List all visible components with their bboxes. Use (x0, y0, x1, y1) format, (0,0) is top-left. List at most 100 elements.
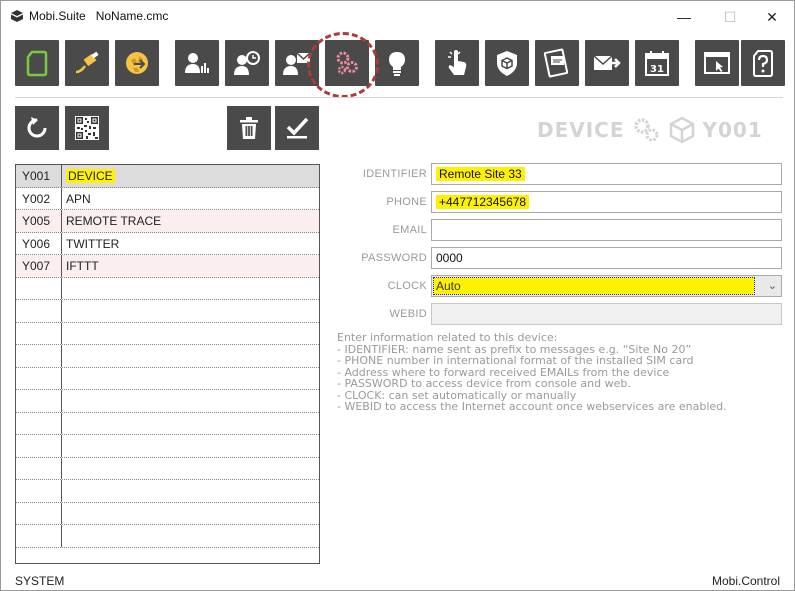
email-label: EMAIL (392, 224, 427, 236)
table-row[interactable]: Y007 IFTTT (16, 255, 319, 278)
row-code (16, 525, 62, 547)
send-mail-button[interactable] (585, 40, 629, 86)
row-code (16, 322, 62, 344)
gears-icon (633, 118, 659, 142)
identifier-field[interactable]: Remote Site 33 (431, 163, 782, 185)
shield-cube-icon (497, 51, 517, 76)
help-button[interactable] (741, 40, 785, 86)
table-row-empty[interactable] (16, 390, 319, 413)
row-name (62, 503, 319, 525)
app-name: Mobi.Suite (29, 9, 86, 23)
table-row-empty[interactable] (16, 412, 319, 435)
minimize-button[interactable]: — (661, 5, 707, 29)
row-code (16, 345, 62, 367)
table-row-empty[interactable] (16, 277, 319, 300)
security-button[interactable] (485, 40, 529, 86)
window-title: Mobi.Suite NoName.cmc (29, 9, 168, 23)
table-row[interactable]: Y002 APN (16, 187, 319, 210)
cube-icon (669, 116, 694, 144)
password-field[interactable]: 0000 (431, 247, 782, 269)
help-line: - WEBID to access the Internet account o… (337, 400, 727, 413)
table-row-empty[interactable] (16, 525, 319, 548)
chevron-down-icon: ⌄ (767, 280, 777, 292)
table-row-empty[interactable] (16, 502, 319, 525)
webid-field (431, 303, 782, 325)
row-name: IFTTT (66, 259, 99, 273)
gears-icon (336, 51, 358, 75)
row-name: REMOTE TRACE (66, 214, 162, 228)
table-row[interactable]: Y001 DEVICE (16, 165, 319, 188)
sms-card-button[interactable] (535, 40, 579, 86)
system-settings-button[interactable] (325, 40, 369, 86)
user-lookup-button[interactable] (225, 40, 269, 86)
user-search-icon (234, 51, 260, 75)
table-row-empty[interactable] (16, 367, 319, 390)
table-row-empty[interactable] (16, 435, 319, 458)
help-text: Enter information related to this device… (337, 332, 787, 413)
section-header: DEVICE Y001 (537, 113, 763, 147)
row-name (62, 525, 319, 547)
table-row-empty[interactable] (16, 322, 319, 345)
file-name: NoName.cmc (95, 9, 169, 23)
row-name (62, 390, 319, 412)
identifier-label: IDENTIFIER (362, 168, 427, 180)
row-code: Y001 (16, 165, 62, 187)
calendar-button[interactable]: 31 (635, 40, 679, 86)
row-name-highlight: DEVICE (66, 169, 115, 183)
row-code (16, 480, 62, 502)
title-bar[interactable]: Mobi.Suite NoName.cmc — ☐ ✕ (1, 1, 794, 32)
touch-hand-icon (448, 50, 467, 75)
refresh-icon (27, 117, 47, 138)
table-row[interactable]: Y005 REMOTE TRACE (16, 210, 319, 233)
row-name (62, 323, 319, 345)
row-code: Y007 (16, 255, 62, 277)
section-title: DEVICE (537, 118, 625, 142)
maximize-button[interactable]: ☐ (707, 5, 753, 29)
window-cursor-icon (704, 52, 730, 74)
row-name (62, 278, 319, 300)
new-document-icon (26, 50, 48, 77)
clock-select[interactable]: Auto ⌄ (431, 275, 782, 297)
clock-value: Auto (433, 277, 755, 295)
help-document-icon (753, 50, 773, 77)
row-name (62, 458, 319, 480)
usb-connect-button[interactable] (65, 40, 109, 86)
delete-button[interactable] (227, 106, 271, 150)
calendar-icon: 31 (645, 51, 669, 76)
window-button[interactable] (695, 40, 739, 86)
row-name: DEVICE (62, 165, 319, 187)
new-file-button[interactable] (15, 40, 59, 86)
user-mail-icon (283, 52, 311, 75)
touch-actions-button[interactable] (435, 40, 479, 86)
refresh-button[interactable] (15, 106, 59, 150)
ideas-button[interactable] (375, 40, 419, 86)
user-messages-button[interactable] (275, 40, 319, 86)
section-code: Y001 (702, 118, 763, 142)
row-code (16, 502, 62, 524)
apply-button[interactable] (275, 106, 319, 150)
user-chart-icon (185, 53, 209, 73)
close-button[interactable]: ✕ (749, 5, 795, 29)
trash-icon (240, 117, 258, 139)
email-field[interactable] (431, 219, 782, 241)
table-row-empty[interactable] (16, 480, 319, 503)
qr-code-button[interactable] (65, 106, 109, 150)
phone-value: +447712345678 (436, 195, 530, 209)
table-row[interactable]: Y006 TWITTER (16, 232, 319, 255)
table-row-empty[interactable] (16, 300, 319, 323)
phone-field[interactable]: +447712345678 (431, 191, 782, 213)
table-row-empty[interactable] (16, 457, 319, 480)
table-row-empty[interactable] (16, 345, 319, 368)
help-line: - PHONE number in international format o… (337, 354, 694, 367)
network-button[interactable] (115, 40, 159, 86)
user-stats-button[interactable] (175, 40, 219, 86)
check-apply-icon (286, 117, 309, 139)
row-code (16, 435, 62, 457)
row-name (62, 435, 319, 457)
calendar-day: 31 (650, 64, 664, 75)
password-label: PASSWORD (361, 252, 427, 264)
globe-network-icon (126, 52, 148, 74)
row-name: TWITTER (66, 236, 120, 251)
row-code (16, 390, 62, 412)
row-name (62, 413, 319, 435)
